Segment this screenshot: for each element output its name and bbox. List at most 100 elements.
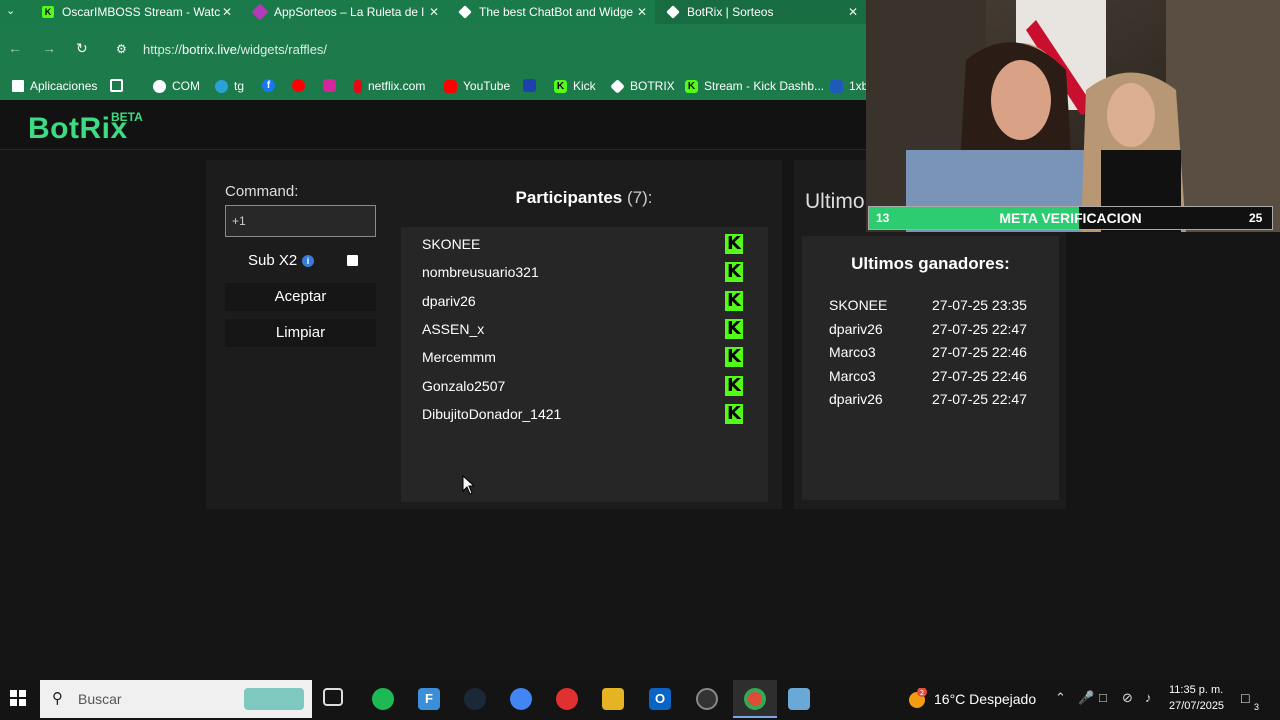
notifications-icon[interactable]: □ [1241,690,1249,706]
wifi-off-icon[interactable]: ⊘ [1122,690,1133,706]
sub-x2-checkbox[interactable] [347,255,358,266]
list-item[interactable]: DibujitoDonador_1421 K [401,399,768,427]
kick-icon: K [725,262,743,282]
winner-date: 27-07-25 22:47 [932,321,1027,337]
info-icon[interactable]: i [302,255,314,267]
clear-button[interactable]: Limpiar [225,319,376,347]
back-icon[interactable]: ← [8,40,22,56]
appsorteos-icon [251,3,269,21]
list-item[interactable]: SKONEE K [401,229,768,257]
winner-name: dpariv26 [829,321,883,337]
1xbet-icon [830,79,843,93]
tab-title: BotRix | Sorteos [687,5,774,19]
bookmark-dx[interactable] [523,79,542,92]
kick-icon: K [42,6,54,18]
bookmark-aplicaciones[interactable]: Aplicaciones [12,79,97,93]
files-app-icon[interactable]: F [418,688,440,710]
windows-start-icon[interactable] [10,690,26,706]
outlook-icon[interactable]: O [649,688,671,710]
bookmark-grid[interactable] [110,79,129,92]
list-item[interactable]: dpariv26 K [401,286,768,314]
goal-current: 13 [876,211,890,225]
mouse-cursor-icon [462,475,476,495]
notepad-icon[interactable] [788,688,810,710]
winner-name: Marco3 [829,344,876,360]
botrix-icon [666,5,680,19]
list-item[interactable]: Gonzalo2507 K [401,371,768,399]
participants-list: SKONEE K nombreusuario321 K dpariv26 K ASSE… [401,227,768,502]
bookmark-youtube[interactable]: YouTube [444,79,510,93]
url-field[interactable]: https://botrix.live/widgets/raffles/ [143,42,327,57]
red-app-icon[interactable] [556,688,578,710]
bookmark-netflix[interactable]: netflix.com [354,79,425,93]
clock-date[interactable]: 27/07/2025 [1169,700,1224,712]
kick-icon: K [725,291,743,311]
dx-icon [523,79,536,92]
reload-icon[interactable]: ↻ [76,40,88,57]
instagram-icon [323,79,336,92]
bookmark-tg[interactable]: tg [215,79,244,93]
bookmark-facebook[interactable]: f [262,79,281,92]
volume-icon[interactable]: ♪ [1145,690,1152,705]
close-icon[interactable]: ✕ [637,5,647,19]
tab-title: OscarIMBOSS Stream - Watc [62,5,221,19]
webcam-image [866,0,1280,232]
list-item[interactable]: ASSEN_x K [401,314,768,342]
spotify-icon[interactable] [372,688,394,710]
list-item[interactable]: Mercemmm K [401,342,768,370]
obs-icon[interactable] [696,688,718,710]
clock-time[interactable]: 11:35 p. m. [1169,684,1223,696]
site-header [0,100,866,150]
bookmark-1xbet[interactable]: 1xb [830,79,868,93]
kick-icon: K [685,79,698,93]
close-icon[interactable]: ✕ [222,5,232,19]
weather-icon[interactable]: 2 [906,688,928,710]
webcam-overlay [866,0,1280,232]
kick-icon: K [725,319,743,339]
search-icon: ⚲ [52,690,63,707]
tab-botrix-sorteos[interactable]: BotRix | Sorteos ✕ [655,0,866,24]
winners-title: Ultimos ganadores: [851,254,1010,273]
grid-icon [110,79,123,92]
close-icon[interactable]: ✕ [848,5,858,19]
youtube-icon [444,79,457,93]
tab-title: AppSorteos – La Ruleta de l [274,5,425,19]
bookmark-youtube-small[interactable] [292,79,311,92]
close-icon[interactable]: ✕ [429,5,439,19]
tab-appsorteos[interactable]: AppSorteos – La Ruleta de l ✕ [240,0,447,24]
chrome-icon[interactable] [744,688,766,710]
kick-icon: K [554,79,567,93]
network-icon[interactable]: □ [1099,690,1107,705]
weather-text[interactable]: 16°C Despejado [934,691,1036,707]
bookmark-com[interactable]: COM [153,79,200,93]
tab-title: The best ChatBot and Widge [479,5,634,19]
bookmark-botrix[interactable]: BOTRIX [610,78,675,94]
list-item[interactable]: nombreusuario321 K [401,257,768,285]
botrix-icon [610,78,625,94]
chevron-up-icon[interactable]: ⌃ [1055,690,1066,706]
microphone-icon[interactable]: 🎤 [1078,690,1094,706]
command-input[interactable] [225,205,376,237]
globe-icon [153,79,166,93]
accept-button[interactable]: Aceptar [225,283,376,311]
bookmark-kick[interactable]: K Kick [554,79,596,93]
tab-chatbot[interactable]: The best ChatBot and Widge ✕ [447,0,655,24]
goal-target: 25 [1249,211,1263,225]
bookmark-kick-dashboard[interactable]: K Stream - Kick Dashb... [685,79,824,93]
task-view-icon[interactable] [323,688,343,706]
winner-date: 27-07-25 22:46 [932,344,1027,360]
steam-icon[interactable] [464,688,486,710]
telegram-icon [215,79,228,93]
site-settings-icon[interactable]: ⚙ [116,42,127,56]
bookmark-instagram[interactable] [323,79,342,92]
youtube-icon [292,79,305,92]
apps-grid-icon [12,80,24,92]
forward-icon[interactable]: → [42,40,56,56]
tab-search-icon[interactable]: ⌄ [6,4,15,17]
weather-badge: 2 [920,689,924,697]
search-input[interactable]: Buscar [78,691,122,707]
tab-oscarimboss[interactable]: K OscarIMBOSS Stream - Watc ✕ [30,0,240,24]
chrome-canary-icon[interactable] [510,688,532,710]
notification-count: 3 [1254,702,1260,712]
file-explorer-icon[interactable] [602,688,624,710]
